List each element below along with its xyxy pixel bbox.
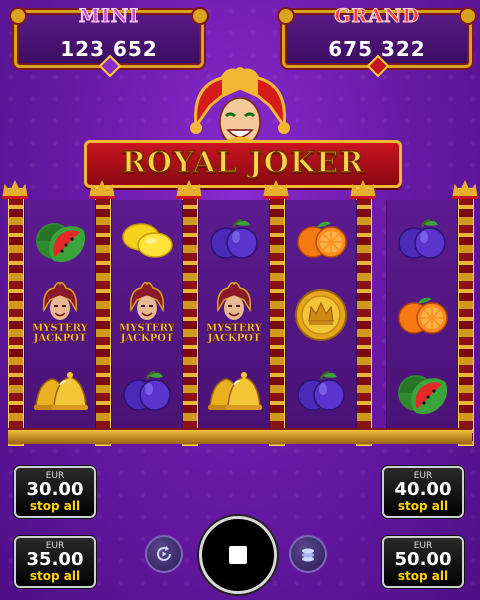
reel-5 [386, 200, 458, 430]
watermelon-icon [387, 356, 457, 426]
bet-amount: 40.00 [394, 479, 452, 500]
mini-jackpot-label: MINI [78, 5, 140, 28]
oranges-icon [286, 204, 356, 274]
watermelon-icon [25, 204, 95, 274]
stop-all-label: stop all [397, 569, 449, 583]
reel-pillar [356, 188, 372, 446]
stop-all-label: stop all [29, 569, 81, 583]
mystery-jackpot-icon: MYSTERY JACKPOT [112, 280, 182, 350]
bet-amount: 35.00 [26, 549, 84, 570]
bet-amount: 50.00 [394, 549, 452, 570]
bet-button-3[interactable]: EUR 40.00 stop all [382, 466, 464, 518]
bet-button-4[interactable]: EUR 50.00 stop all [382, 536, 464, 588]
joker-head-icon [190, 67, 290, 150]
reel-3: MYSTERY JACKPOT [198, 200, 270, 430]
bells-icon [25, 356, 95, 426]
spin-stop-button[interactable] [199, 516, 277, 594]
lemon-icon [112, 204, 182, 274]
crown-coin-icon [286, 280, 356, 350]
plums-icon [112, 356, 182, 426]
coins-stack-icon [302, 548, 314, 562]
plums-icon [286, 356, 356, 426]
bet-button-1[interactable]: EUR 30.00 stop all [14, 466, 96, 518]
stake-button[interactable] [289, 535, 327, 573]
stop-all-label: stop all [29, 499, 81, 513]
reel-pillar [182, 188, 198, 446]
bells-icon [199, 356, 269, 426]
reels-area: MYSTERY JACKPOT MYSTERY JACKPOT MYSTERY … [2, 180, 478, 446]
mystery-jackpot-label: MYSTERY JACKPOT [119, 323, 175, 344]
oranges-icon [387, 280, 457, 350]
game-logo-banner: ROYAL JOKER [84, 140, 402, 188]
mini-jackpot-box: MINI 123 652 [9, 5, 209, 78]
bet-amount: 30.00 [26, 479, 84, 500]
reel-pillar [95, 188, 111, 446]
stop-all-label: stop all [397, 499, 449, 513]
reel-4 [285, 200, 357, 430]
game-logo-text: ROYAL JOKER [121, 144, 365, 180]
bet-button-2[interactable]: EUR 35.00 stop all [14, 536, 96, 588]
mystery-jackpot-icon: MYSTERY JACKPOT [25, 280, 95, 350]
grand-jackpot-label: GRAND [334, 5, 420, 28]
reel-2: MYSTERY JACKPOT [111, 200, 183, 430]
reels-base-frame [8, 428, 472, 444]
plums-icon [387, 204, 457, 274]
grand-jackpot-box: GRAND 675 322 [277, 5, 477, 78]
mystery-jackpot-icon: MYSTERY JACKPOT [199, 280, 269, 350]
reel-pillar [8, 188, 24, 446]
mystery-jackpot-label: MYSTERY JACKPOT [206, 323, 262, 344]
reel-1: MYSTERY JACKPOT [24, 200, 96, 430]
autoplay-icon [157, 546, 171, 561]
plums-icon [199, 204, 269, 274]
reel-pillar [269, 188, 285, 446]
stop-icon [229, 546, 247, 564]
autoplay-button[interactable] [145, 535, 183, 573]
reel-pillar [458, 188, 474, 446]
mystery-jackpot-label: MYSTERY JACKPOT [32, 323, 88, 344]
